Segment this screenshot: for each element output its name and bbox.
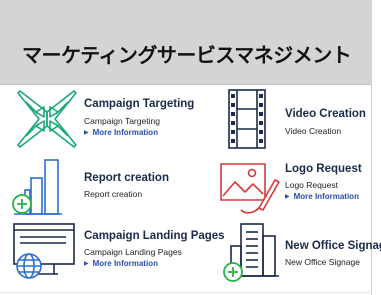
film-strip-icon bbox=[228, 89, 266, 149]
more-information-link[interactable]: ▶ More Information bbox=[84, 128, 158, 137]
divider bbox=[0, 292, 372, 293]
tile-report-creation[interactable]: Report creation Report creation bbox=[0, 156, 190, 216]
monitor-globe-icon bbox=[13, 223, 75, 279]
targeting-icon bbox=[17, 90, 77, 148]
more-information-label: More Information bbox=[92, 128, 158, 137]
image-edit-icon bbox=[220, 163, 280, 214]
tile-subtitle: Logo Request bbox=[285, 180, 338, 190]
building-add-icon bbox=[223, 223, 279, 282]
tile-logo-request[interactable]: Logo Request Logo Request ▶ More Informat… bbox=[195, 156, 372, 216]
more-information-label: More Information bbox=[92, 259, 158, 268]
play-arrow-icon: ▶ bbox=[84, 130, 89, 136]
tile-subtitle: Campaign Landing Pages bbox=[84, 247, 182, 257]
play-arrow-icon: ▶ bbox=[285, 194, 290, 200]
tile-campaign-landing-pages[interactable]: Campaign Landing Pages Campaign Landing … bbox=[0, 222, 225, 288]
tile-subtitle: Campaign Targeting bbox=[84, 116, 160, 126]
tile-title: Logo Request bbox=[285, 163, 362, 175]
tile-title: Campaign Targeting bbox=[84, 98, 195, 110]
page-title: マーケティングサービスマネジメント bbox=[22, 45, 352, 67]
tile-title: Report creation bbox=[84, 172, 169, 184]
bar-chart-add-icon bbox=[12, 159, 62, 215]
tile-title: New Office Signage bbox=[285, 240, 381, 252]
service-page: マーケティングサービスマネジメント Campaign Targeting Cam… bbox=[0, 0, 381, 295]
more-information-link[interactable]: ▶ More Information bbox=[285, 192, 359, 201]
more-information-link[interactable]: ▶ More Information bbox=[84, 259, 158, 268]
header-banner: マーケティングサービスマネジメント bbox=[0, 0, 372, 85]
play-arrow-icon: ▶ bbox=[84, 261, 89, 267]
tile-subtitle: Video Creation bbox=[285, 126, 342, 136]
tile-title: Video Creation bbox=[285, 108, 366, 120]
tile-subtitle: New Office Signage bbox=[285, 257, 360, 267]
tile-video-creation[interactable]: Video Creation Video Creation bbox=[195, 88, 372, 150]
tile-campaign-targeting[interactable]: Campaign Targeting Campaign Targeting ▶ M… bbox=[0, 88, 194, 150]
more-information-label: More Information bbox=[293, 192, 359, 201]
tile-subtitle: Report creation bbox=[84, 189, 143, 199]
tile-new-office-signage[interactable]: New Office Signage New Office Signage bbox=[195, 222, 381, 288]
